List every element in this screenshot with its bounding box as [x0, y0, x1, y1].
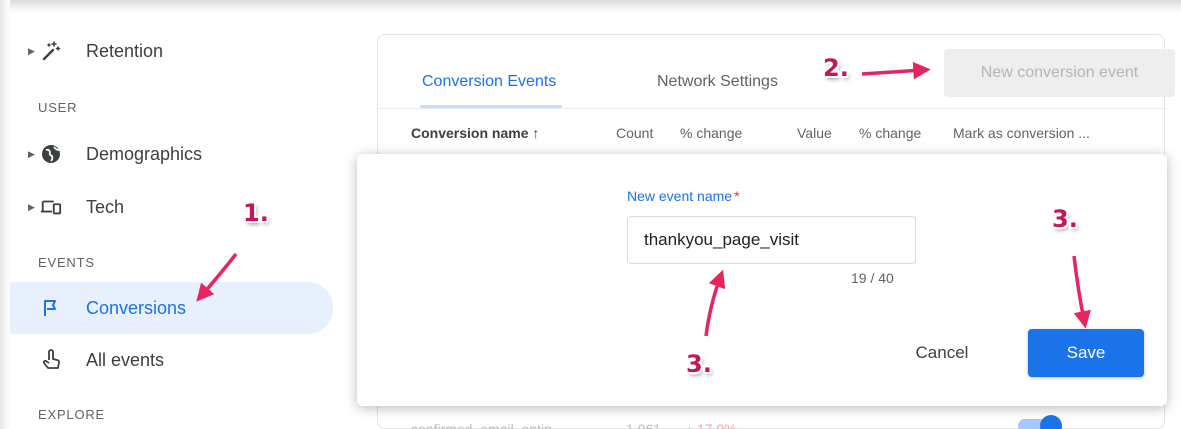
annotation-step-1: 1.: [243, 199, 269, 227]
character-counter: 19 / 40: [851, 270, 894, 286]
magic-wand-icon: [40, 40, 62, 62]
sidebar-item-label: Demographics: [86, 143, 203, 164]
flag-icon: [40, 297, 62, 319]
tab-divider: [378, 108, 1164, 109]
column-header-conversion-name[interactable]: Conversion name ↑: [411, 125, 539, 141]
table-cell-name: confirmed_email_optin: [411, 421, 552, 429]
devices-icon: [40, 196, 62, 218]
event-name-label-text: New event name: [627, 188, 733, 204]
tab-network-settings[interactable]: Network Settings: [657, 73, 778, 91]
required-marker: *: [734, 188, 740, 204]
column-header-count[interactable]: Count: [616, 125, 653, 141]
section-heading-events: EVENTS: [38, 255, 95, 270]
sidebar-item-tech[interactable]: ▶ Tech: [10, 182, 333, 232]
new-conversion-event-button[interactable]: New conversion event: [944, 49, 1175, 97]
column-header-value-change[interactable]: % change: [859, 125, 921, 141]
sidebar-item-retention[interactable]: ▶ Retention: [10, 26, 333, 76]
event-name-input[interactable]: [627, 216, 916, 264]
annotation-step-2: 2.: [823, 54, 849, 82]
expand-caret-icon: ▶: [28, 148, 35, 159]
table-cell-count: 1,061: [626, 421, 662, 429]
sidebar-item-all-events[interactable]: All events: [10, 335, 333, 385]
cancel-button[interactable]: Cancel: [902, 330, 982, 376]
sidebar-item-label: Retention: [86, 40, 164, 61]
sidebar-item-conversions[interactable]: Conversions: [10, 282, 333, 334]
section-heading-user: USER: [38, 100, 78, 115]
toggle-knob[interactable]: [1040, 415, 1062, 429]
expand-caret-icon: ▶: [28, 201, 35, 212]
table-cell-change: ↓ 17.0%: [686, 421, 737, 429]
touch-icon: [40, 349, 62, 371]
annotation-step-3-save: 3.: [1052, 205, 1078, 233]
section-heading-explore: EXPLORE: [38, 407, 106, 422]
sidebar-item-label: Conversions: [86, 297, 187, 318]
expand-caret-icon: ▶: [28, 45, 35, 56]
column-header-count-change[interactable]: % change: [680, 125, 742, 141]
window-frame-top: [0, 0, 1181, 14]
globe-icon: [40, 143, 62, 165]
sidebar-item-demographics[interactable]: ▶ Demographics: [10, 129, 333, 179]
new-event-dialog: New event name* 19 / 40 Cancel Save: [357, 154, 1167, 406]
annotation-step-3-input: 3.: [686, 350, 712, 378]
sidebar-item-label: Tech: [86, 196, 125, 217]
column-header-mark-as-conversion[interactable]: Mark as conversion ...: [953, 125, 1090, 141]
sidebar: ▶ Retention USER ▶ Demographics ▶ Tech E…: [10, 14, 350, 429]
column-header-value[interactable]: Value: [797, 125, 832, 141]
event-name-label: New event name *: [627, 188, 740, 204]
save-button[interactable]: Save: [1028, 329, 1144, 377]
sidebar-item-label: All events: [86, 349, 165, 370]
tab-conversion-events[interactable]: Conversion Events: [422, 73, 556, 91]
window-frame-left: [0, 0, 10, 429]
